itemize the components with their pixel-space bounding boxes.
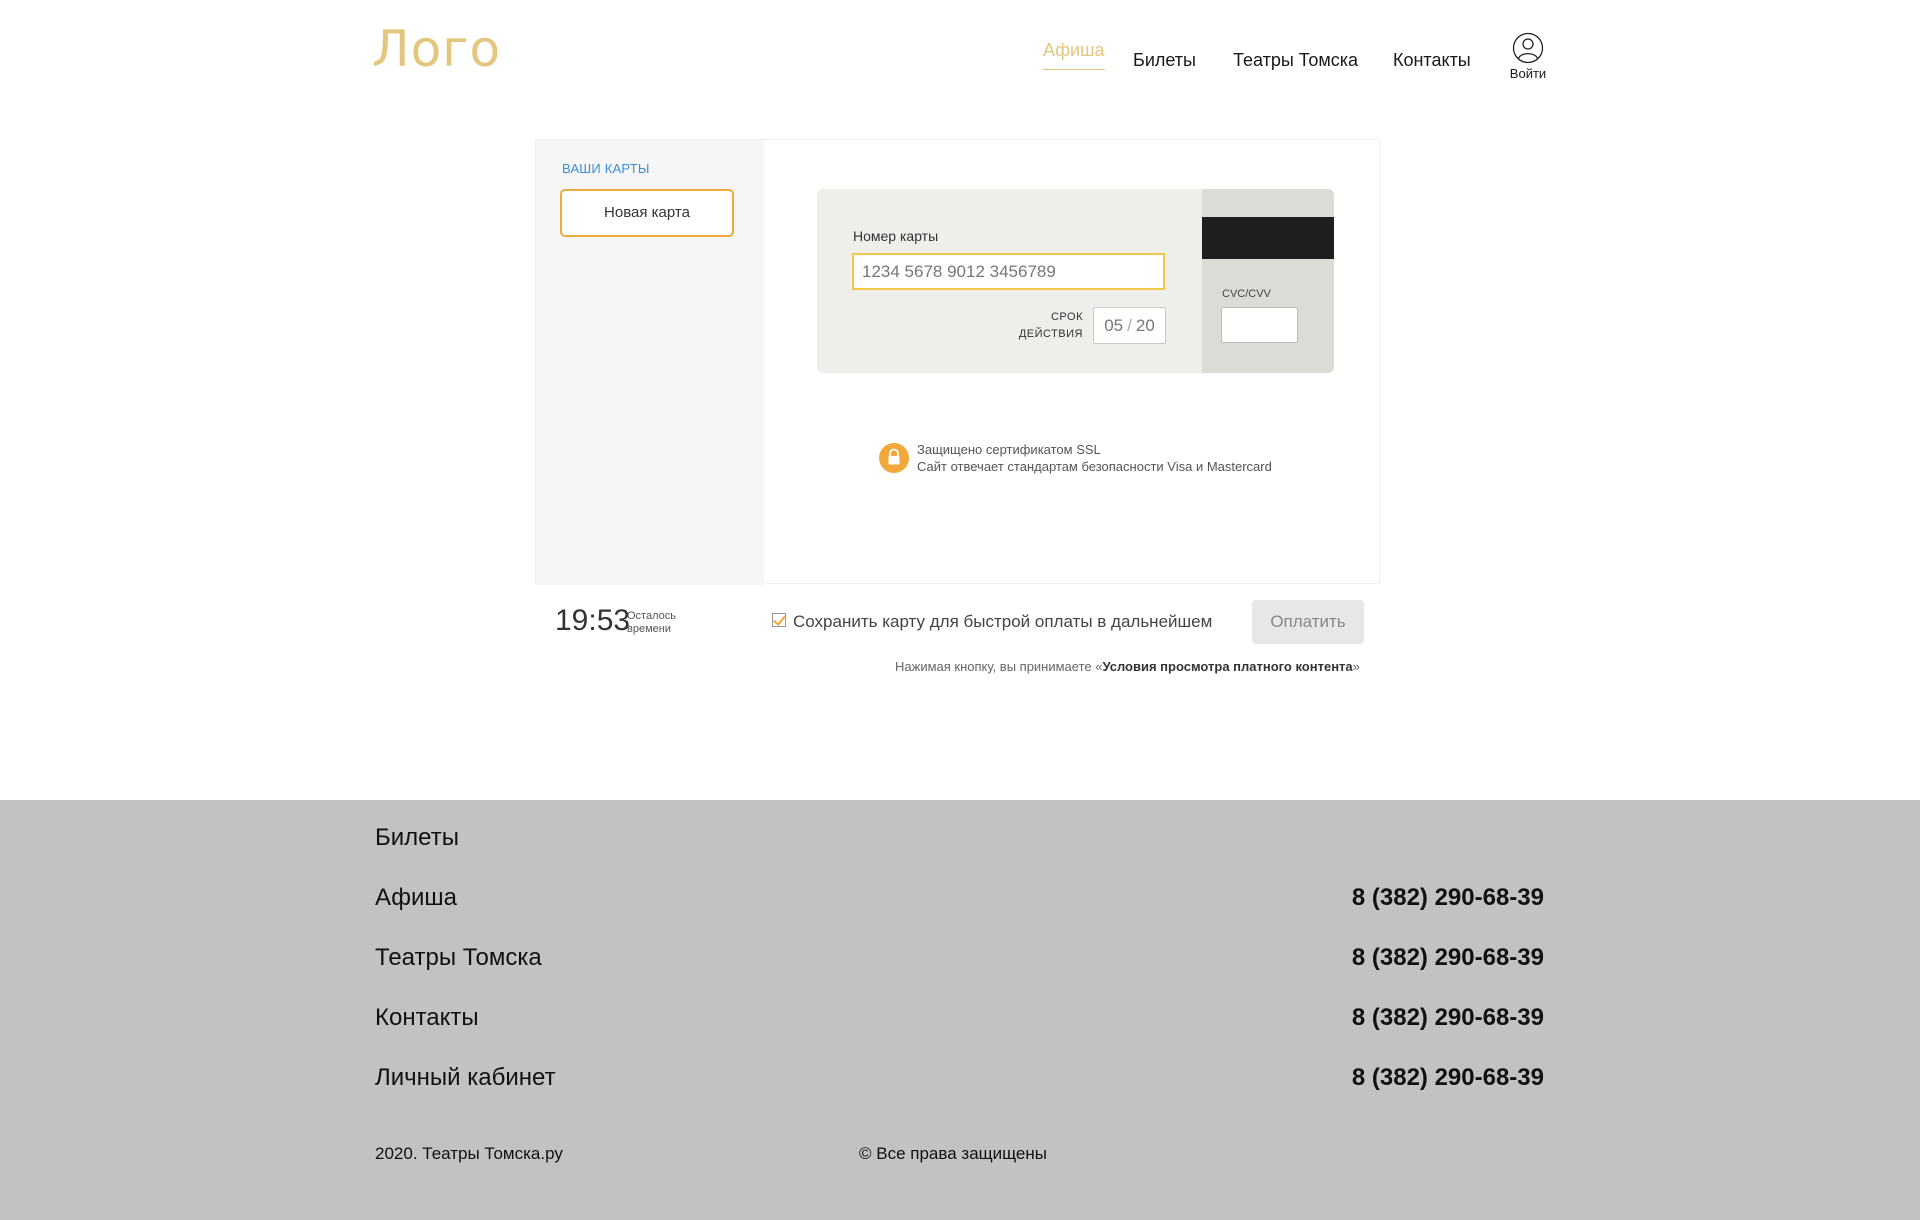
terms-link[interactable]: Условия просмотра платного контента — [1102, 659, 1352, 674]
nav-item-tickets[interactable]: Билеты — [1133, 50, 1196, 71]
terms-prefix: Нажимая кнопку, вы принимаете « — [895, 659, 1103, 674]
nav-item-theatres[interactable]: Театры Томска — [1233, 50, 1358, 71]
timer-label-line2: времени — [627, 623, 671, 635]
expiry-separator: / — [1127, 316, 1132, 335]
payment-widget: ВАШИ КАРТЫ Новая карта Номер карты 1234 … — [535, 139, 1380, 585]
footer-phone[interactable]: 8 (382) 290-68-39 — [1352, 884, 1544, 912]
card-back: CVC/CVV — [1202, 189, 1334, 373]
site-footer: Билеты Афиша Театры Томска Контакты Личн… — [0, 800, 1920, 1220]
footer-link-theatres[interactable]: Театры Томска — [375, 944, 542, 972]
terms-notice: Нажимая кнопку, вы принимаете «Условия п… — [895, 659, 1360, 674]
timer-label-line1: Осталось — [627, 610, 676, 622]
login-button[interactable]: Войти — [1504, 32, 1552, 81]
nav-item-afisha[interactable]: Афиша — [1043, 40, 1105, 70]
footer-link-account[interactable]: Личный кабинет — [375, 1064, 556, 1092]
expiry-label-line1: СРОК — [1050, 311, 1083, 323]
card-number-input[interactable]: 1234 5678 9012 3456789 — [852, 253, 1165, 290]
expiry-month: 05 — [1104, 316, 1124, 335]
site-header: Лого Афиша Билеты Театры Томска Контакты… — [0, 0, 1920, 110]
card-number-label: Номер карты — [853, 228, 939, 244]
ssl-line-1: Защищено сертификатом SSL — [917, 442, 1101, 457]
nav-item-contacts[interactable]: Контакты — [1393, 50, 1471, 71]
new-card-button[interactable]: Новая карта — [560, 189, 734, 237]
sidebar-title: ВАШИ КАРТЫ — [562, 161, 650, 176]
login-label: Войти — [1509, 66, 1547, 81]
logo[interactable]: Лого — [372, 20, 501, 78]
expiry-label-line2: ДЕЙСТВИЯ — [1018, 328, 1083, 340]
cvc-input[interactable] — [1221, 307, 1298, 343]
user-icon — [1512, 32, 1544, 64]
footer-link-tickets[interactable]: Билеты — [375, 824, 459, 852]
pay-button[interactable]: Оплатить — [1252, 600, 1364, 644]
cvc-label: CVC/CVV — [1222, 288, 1271, 300]
expiry-year: 20 — [1135, 316, 1155, 335]
expiry-input[interactable]: 05/20 — [1093, 307, 1166, 344]
copyright-rights: © Все права защищены — [859, 1144, 1047, 1163]
footer-phone[interactable]: 8 (382) 290-68-39 — [1352, 944, 1544, 972]
ssl-notice: Защищено сертификатом SSL Сайт отвечает … — [917, 441, 1272, 475]
save-card-label[interactable]: Сохранить карту для быстрой оплаты в дал… — [793, 612, 1212, 632]
terms-suffix: » — [1352, 659, 1360, 674]
footer-link-afisha[interactable]: Афиша — [375, 884, 457, 912]
lock-icon — [879, 443, 909, 473]
card-front: Номер карты 1234 5678 9012 3456789 СРОК … — [817, 189, 1204, 373]
footer-phone[interactable]: 8 (382) 290-68-39 — [1352, 1064, 1544, 1092]
ssl-line-2: Сайт отвечает стандартам безопасности Vi… — [917, 459, 1272, 474]
magnetic-stripe — [1202, 217, 1334, 259]
timer-label: Осталось времени — [627, 610, 676, 636]
cards-sidebar: ВАШИ КАРТЫ Новая карта — [536, 140, 764, 585]
footer-phone[interactable]: 8 (382) 290-68-39 — [1352, 1004, 1544, 1032]
expiry-label: СРОК ДЕЙСТВИЯ — [1009, 309, 1083, 343]
timer: 19:53 — [555, 604, 631, 637]
save-card-checkbox[interactable] — [772, 613, 786, 627]
copyright-year: 2020. Театры Томска.ру — [375, 1144, 563, 1163]
footer-link-contacts[interactable]: Контакты — [375, 1004, 479, 1032]
